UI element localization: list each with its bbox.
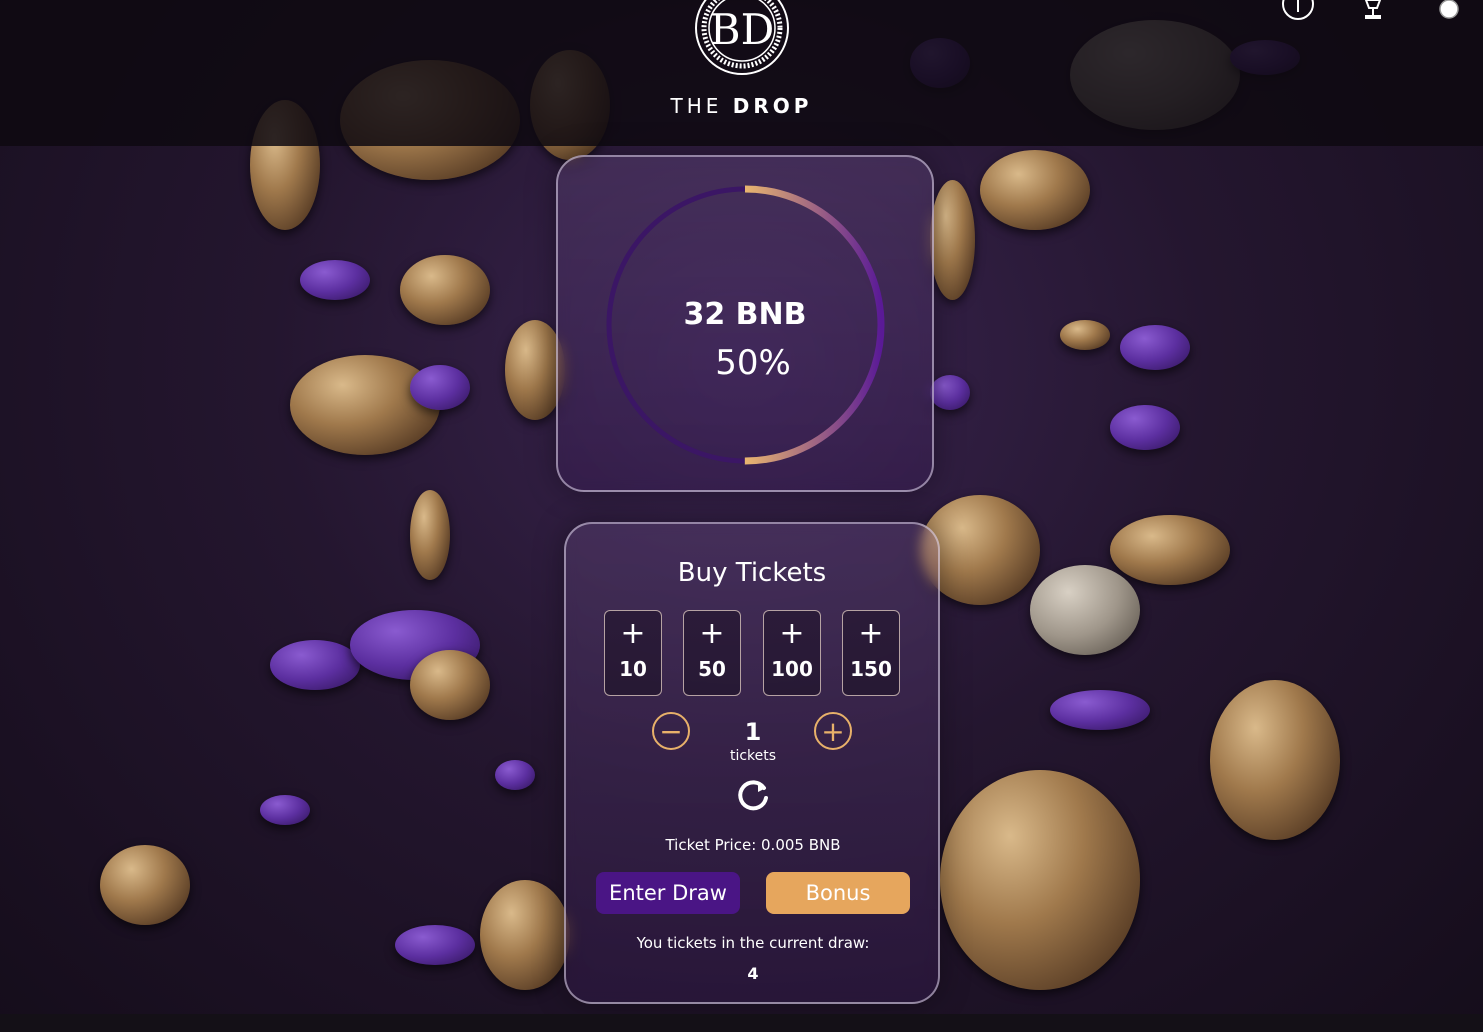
- plus-icon: +: [699, 616, 725, 651]
- quick-add-value: 100: [771, 657, 813, 681]
- ticket-count: 1: [744, 718, 762, 746]
- add-50-button[interactable]: + 50: [683, 610, 741, 696]
- plus-icon: +: [620, 616, 646, 651]
- trophy-icon[interactable]: [1360, 0, 1386, 22]
- your-tickets-count: 4: [747, 964, 759, 983]
- quick-add-value: 150: [850, 657, 892, 681]
- top-bar: BD THE DROP: [0, 0, 1483, 146]
- quick-add-value: 10: [619, 657, 647, 681]
- your-tickets-label: You tickets in the current draw:: [636, 934, 870, 952]
- plus-icon: +: [858, 616, 884, 651]
- buy-tickets-title: Buy Tickets: [677, 558, 827, 588]
- refresh-icon[interactable]: [734, 776, 772, 814]
- toggle-icon[interactable]: [1436, 0, 1462, 22]
- increment-button[interactable]: +: [814, 712, 852, 750]
- ticket-price: Ticket Price: 0.005 BNB: [665, 836, 841, 854]
- add-150-button[interactable]: + 150: [842, 610, 900, 696]
- logo-initials: BD: [710, 5, 775, 54]
- brand-name-bold: DROP: [732, 94, 813, 118]
- brand-name-light: THE: [670, 94, 723, 118]
- add-10-button[interactable]: + 10: [604, 610, 662, 696]
- buy-tickets-card: Buy Tickets + 10 + 50 + 100 + 150 − 1 ti…: [564, 522, 940, 1004]
- enter-draw-button[interactable]: Enter Draw: [596, 872, 740, 914]
- plus-icon: +: [779, 616, 805, 651]
- bottom-strip: [0, 1014, 1483, 1032]
- quick-add-value: 50: [698, 657, 726, 681]
- add-100-button[interactable]: + 100: [763, 610, 821, 696]
- info-icon[interactable]: [1280, 0, 1316, 22]
- progress-percent: 50%: [715, 343, 791, 383]
- ticket-count-label: tickets: [729, 748, 777, 764]
- jackpot-card: 32 BNB 50%: [556, 155, 934, 492]
- brand-name: THE DROP: [0, 94, 1483, 118]
- jackpot-amount: 32 BNB: [683, 297, 807, 332]
- bonus-button[interactable]: Bonus: [766, 872, 910, 914]
- logo-emblem-icon: BD: [695, 0, 789, 75]
